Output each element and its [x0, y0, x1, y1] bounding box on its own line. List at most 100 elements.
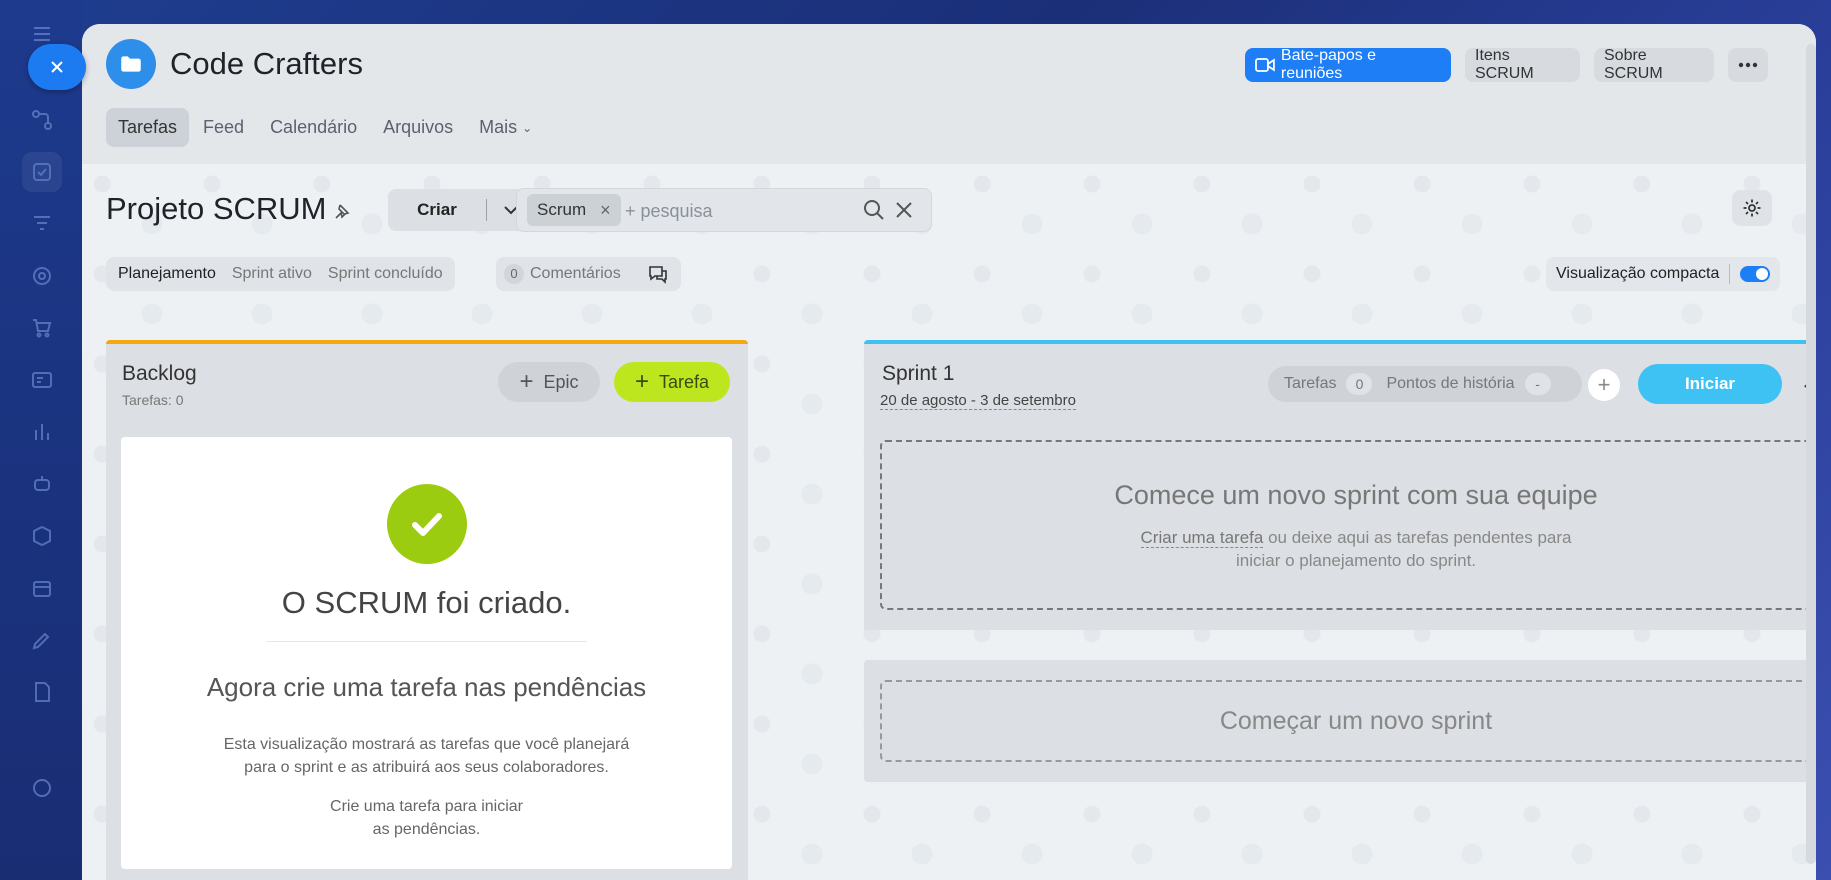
store-icon[interactable]: [22, 568, 62, 608]
tab-sprint-ativo[interactable]: Sprint ativo: [224, 265, 320, 283]
empty-state-subtitle: Agora crie uma tarefa nas pendências: [206, 672, 647, 702]
empty-state-text-2: Crie uma tarefa para iniciar as pendênci…: [221, 795, 632, 841]
tab-calendario[interactable]: Calendário: [258, 108, 369, 147]
remove-chip-icon[interactable]: ×: [600, 200, 611, 221]
add-epic-button[interactable]: + Epic: [498, 362, 600, 402]
pin-icon[interactable]: [333, 202, 351, 220]
add-task-label: Tarefa: [658, 371, 710, 392]
backlog-title: Backlog: [122, 362, 197, 385]
add-task-button[interactable]: + Tarefa: [614, 362, 730, 402]
create-button[interactable]: Criar: [388, 189, 534, 231]
comments-count: 0: [504, 264, 524, 284]
compact-view-switch[interactable]: [1740, 266, 1771, 282]
flow-icon[interactable]: [22, 100, 62, 140]
backlog-empty-state: O SCRUM foi criado. Agora crie uma taref…: [121, 437, 732, 869]
empty-state-title: O SCRUM foi criado.: [281, 585, 572, 620]
sprint-drop-zone[interactable]: Comece um novo sprint com sua equipe Cri…: [880, 440, 1816, 610]
search-icon[interactable]: [863, 199, 885, 221]
tab-mais[interactable]: Mais ⌄: [467, 108, 544, 147]
page-title: Projeto SCRUM: [106, 191, 327, 226]
target-icon[interactable]: [22, 256, 62, 296]
comments-button[interactable]: 0 Comentários: [496, 257, 681, 291]
view-mode-tabs: Planejamento Sprint ativo Sprint concluí…: [106, 257, 455, 291]
tab-arquivos[interactable]: Arquivos: [371, 108, 465, 147]
tab-feed[interactable]: Feed: [191, 108, 256, 147]
chat-bubbles-icon: [648, 266, 667, 284]
tasks-icon[interactable]: [22, 152, 62, 192]
sprint-dates[interactable]: 20 de agosto - 3 de setembro: [880, 392, 1076, 410]
add-epic-label: Epic: [543, 371, 579, 392]
sprint-title[interactable]: Sprint 1: [882, 362, 954, 386]
more-dots-icon: [1738, 62, 1758, 68]
sprint-tasks-count: 0: [1346, 373, 1373, 395]
chevron-down-icon: ⌄: [522, 120, 533, 135]
empty-state-text-1-line-1: Esta visualização mostrará as tarefas qu…: [223, 736, 630, 753]
success-check-icon: [387, 484, 467, 564]
start-sprint-button[interactable]: Iniciar: [1638, 364, 1782, 404]
plus-icon: +: [634, 368, 649, 395]
document-edit-icon[interactable]: [22, 672, 62, 712]
comments-label: Comentários: [530, 265, 621, 282]
empty-state-text-1: Esta visualização mostrará as tarefas qu…: [221, 733, 632, 779]
sign-icon[interactable]: [22, 620, 62, 660]
story-points-label: Pontos de história: [1386, 375, 1515, 392]
clear-search-icon[interactable]: [893, 199, 915, 221]
empty-state-text-2-line-2: as pendências.: [372, 821, 481, 838]
filter-funnel-icon[interactable]: [22, 204, 62, 244]
tab-tarefas[interactable]: Tarefas: [106, 108, 190, 147]
more-options-button[interactable]: [1728, 48, 1768, 82]
story-points-value: -: [1524, 373, 1551, 395]
tab-mais-label: Mais: [479, 117, 518, 137]
toggle-separator: [1729, 264, 1731, 284]
create-button-label: Criar: [417, 200, 457, 219]
search-filter-box[interactable]: Scrum ×: [516, 188, 932, 232]
sprint-tasks-label: Tarefas: [1284, 375, 1337, 392]
drop-zone-text-line-2: iniciar o planejamento do sprint.: [1235, 551, 1477, 570]
filter-chip-label: Scrum: [537, 200, 587, 219]
gear-icon: [1743, 199, 1761, 217]
close-icon: [51, 61, 63, 73]
chats-meetings-label: Bate-papos e reuniões: [1280, 47, 1377, 82]
cart-icon[interactable]: [22, 308, 62, 348]
empty-state-text-2-line-1: Crie uma tarefa para iniciar: [330, 798, 523, 815]
filter-chip-scrum[interactable]: Scrum ×: [527, 194, 621, 226]
start-new-sprint-button[interactable]: Começar um novo sprint: [880, 680, 1816, 762]
project-panel: Code Crafters Bate-papos e reuniões Iten…: [82, 24, 1816, 880]
vertical-scrollbar[interactable]: [1806, 44, 1816, 864]
drop-zone-text-rest: ou deixe aqui as tarefas pendentes para: [1263, 528, 1572, 547]
create-task-link[interactable]: Criar uma tarefa: [1140, 528, 1264, 548]
plus-icon: +: [519, 368, 534, 395]
search-input[interactable]: [623, 196, 857, 226]
compact-view-label: Visualização compacta: [1556, 265, 1720, 282]
tab-sprint-concluido[interactable]: Sprint concluído: [320, 265, 451, 283]
empty-state-text-1-line-2: para o sprint e as atribuirá aos seus co…: [244, 759, 609, 776]
id-card-icon[interactable]: [22, 360, 62, 400]
project-header: Code Crafters Bate-papos e reuniões Iten…: [82, 24, 1816, 164]
about-scrum-button[interactable]: Sobre SCRUM: [1594, 47, 1714, 82]
project-tabs: Tarefas Feed Calendário Arquivos Mais ⌄: [106, 108, 546, 147]
box-icon[interactable]: [22, 516, 62, 556]
settings-button[interactable]: [1732, 190, 1772, 226]
backlog-column: Backlog Tarefas: 0 + Epic + Tarefa O SCR…: [106, 340, 748, 880]
sprint-column: Sprint 1 20 de agosto - 3 de setembro Ta…: [864, 340, 1816, 630]
scrum-items-button[interactable]: Itens SCRUM: [1465, 47, 1580, 82]
robot-icon[interactable]: [22, 464, 62, 504]
drop-zone-text: Criar uma tarefa ou deixe aqui as tarefa…: [882, 526, 1816, 572]
compact-view-toggle[interactable]: Visualização compacta: [1546, 257, 1781, 291]
settings-circle-icon[interactable]: [22, 768, 62, 808]
add-sprint-task-button[interactable]: +: [1588, 369, 1620, 401]
empty-state-divider: [266, 641, 587, 642]
folder-icon: [121, 56, 141, 72]
project-name: Code Crafters: [170, 46, 363, 81]
drop-zone-title: Comece um novo sprint com sua equipe: [1114, 480, 1598, 510]
video-camera-icon: [1255, 58, 1275, 72]
close-slider-button[interactable]: [28, 44, 86, 90]
chats-meetings-button[interactable]: Bate-papos e reuniões: [1245, 47, 1451, 82]
analytics-icon[interactable]: [22, 412, 62, 452]
new-sprint-section: Começar um novo sprint: [864, 660, 1816, 782]
tab-planejamento[interactable]: Planejamento: [110, 265, 224, 283]
left-navigation-rail: [0, 0, 82, 880]
project-avatar[interactable]: [106, 39, 156, 89]
sprint-stats: Tarefas 0 Pontos de história -: [1268, 366, 1582, 402]
backlog-task-count: Tarefas: 0: [122, 392, 184, 408]
